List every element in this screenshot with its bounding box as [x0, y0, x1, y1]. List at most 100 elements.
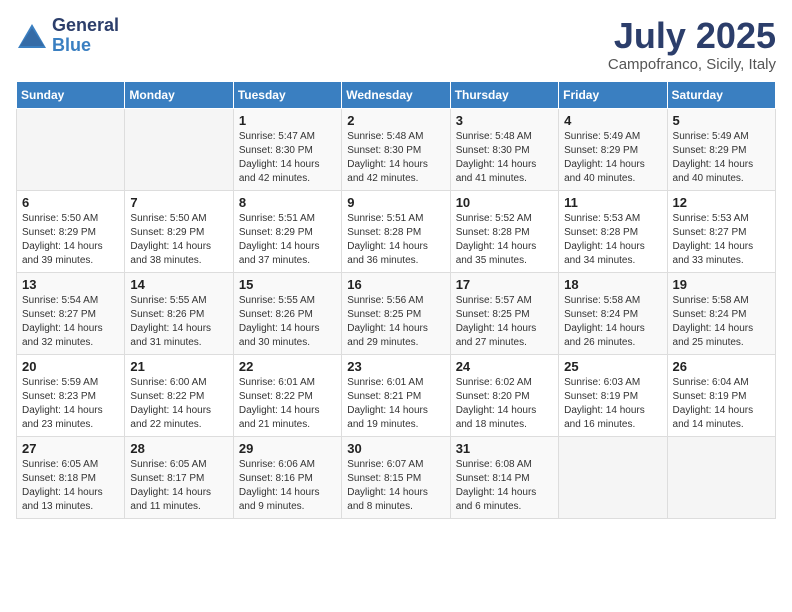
day-number: 24 — [456, 359, 553, 374]
day-info: Sunrise: 6:06 AM Sunset: 8:16 PM Dayligh… — [239, 458, 336, 514]
day-number: 5 — [673, 113, 770, 128]
day-info: Sunrise: 5:53 AM Sunset: 8:27 PM Dayligh… — [673, 212, 770, 268]
day-number: 18 — [564, 277, 661, 292]
day-info: Sunrise: 5:49 AM Sunset: 8:29 PM Dayligh… — [564, 130, 661, 186]
day-number: 2 — [347, 113, 444, 128]
day-number: 11 — [564, 195, 661, 210]
day-info: Sunrise: 5:49 AM Sunset: 8:29 PM Dayligh… — [673, 130, 770, 186]
calendar-week-row: 13Sunrise: 5:54 AM Sunset: 8:27 PM Dayli… — [17, 272, 776, 354]
day-number: 20 — [22, 359, 119, 374]
calendar-cell: 21 Sunrise: 6:00 AM Sunset: 8:22 PM Dayli… — [125, 354, 233, 436]
calendar-cell: 14 Sunrise: 5:55 AM Sunset: 8:26 PM Dayli… — [125, 272, 233, 354]
day-info: Sunrise: 6:08 AM Sunset: 8:14 PM Dayligh… — [456, 458, 553, 514]
day-number: 22 — [239, 359, 336, 374]
calendar-cell: 25 Sunrise: 6:03 AM Sunset: 8:19 PM Dayli… — [559, 354, 667, 436]
calendar-cell: 17 Sunrise: 5:57 AM Sunset: 8:25 PM Dayli… — [450, 272, 558, 354]
day-of-week-header: Saturday — [667, 81, 775, 108]
calendar-cell: 31 Sunrise: 6:08 AM Sunset: 8:14 PM Dayli… — [450, 436, 558, 518]
day-number: 28 — [130, 441, 227, 456]
day-number: 15 — [239, 277, 336, 292]
day-of-week-header: Sunday — [17, 81, 125, 108]
day-info: Sunrise: 6:01 AM Sunset: 8:22 PM Dayligh… — [239, 376, 336, 432]
calendar-body: 1 Sunrise: 5:47 AM Sunset: 8:30 PM Daylig… — [17, 108, 776, 518]
day-info: Sunrise: 6:01 AM Sunset: 8:21 PM Dayligh… — [347, 376, 444, 432]
day-number: 4 — [564, 113, 661, 128]
day-number: 23 — [347, 359, 444, 374]
day-info: Sunrise: 6:05 AM Sunset: 8:17 PM Dayligh… — [130, 458, 227, 514]
calendar-cell: 4 Sunrise: 5:49 AM Sunset: 8:29 PM Daylig… — [559, 108, 667, 190]
calendar-cell — [667, 436, 775, 518]
day-info: Sunrise: 5:55 AM Sunset: 8:26 PM Dayligh… — [239, 294, 336, 350]
day-number: 25 — [564, 359, 661, 374]
calendar-cell: 9Sunrise: 5:51 AM Sunset: 8:28 PM Daylig… — [342, 190, 450, 272]
calendar-cell: 23 Sunrise: 6:01 AM Sunset: 8:21 PM Dayli… — [342, 354, 450, 436]
logo: General Blue — [16, 16, 119, 56]
logo-blue-text: Blue — [52, 35, 91, 55]
day-info: Sunrise: 5:48 AM Sunset: 8:30 PM Dayligh… — [347, 130, 444, 186]
calendar-cell: 19 Sunrise: 5:58 AM Sunset: 8:24 PM Dayli… — [667, 272, 775, 354]
day-of-week-header: Tuesday — [233, 81, 341, 108]
calendar-cell: 27Sunrise: 6:05 AM Sunset: 8:18 PM Dayli… — [17, 436, 125, 518]
logo-general-text: General — [52, 15, 119, 35]
day-info: Sunrise: 5:57 AM Sunset: 8:25 PM Dayligh… — [456, 294, 553, 350]
day-info: Sunrise: 5:52 AM Sunset: 8:28 PM Dayligh… — [456, 212, 553, 268]
day-number: 16 — [347, 277, 444, 292]
calendar-cell: 18 Sunrise: 5:58 AM Sunset: 8:24 PM Dayli… — [559, 272, 667, 354]
day-info: Sunrise: 6:04 AM Sunset: 8:19 PM Dayligh… — [673, 376, 770, 432]
calendar-cell: 11Sunrise: 5:53 AM Sunset: 8:28 PM Dayli… — [559, 190, 667, 272]
day-info: Sunrise: 5:54 AM Sunset: 8:27 PM Dayligh… — [22, 294, 119, 350]
calendar-cell: 15 Sunrise: 5:55 AM Sunset: 8:26 PM Dayli… — [233, 272, 341, 354]
day-number: 14 — [130, 277, 227, 292]
day-number: 7 — [130, 195, 227, 210]
day-number: 27 — [22, 441, 119, 456]
day-info: Sunrise: 6:07 AM Sunset: 8:15 PM Dayligh… — [347, 458, 444, 514]
calendar-cell: 29 Sunrise: 6:06 AM Sunset: 8:16 PM Dayli… — [233, 436, 341, 518]
day-info: Sunrise: 6:00 AM Sunset: 8:22 PM Dayligh… — [130, 376, 227, 432]
calendar-week-row: 1 Sunrise: 5:47 AM Sunset: 8:30 PM Daylig… — [17, 108, 776, 190]
calendar-week-row: 27Sunrise: 6:05 AM Sunset: 8:18 PM Dayli… — [17, 436, 776, 518]
day-info: Sunrise: 6:03 AM Sunset: 8:19 PM Dayligh… — [564, 376, 661, 432]
calendar-cell: 13Sunrise: 5:54 AM Sunset: 8:27 PM Dayli… — [17, 272, 125, 354]
day-number: 21 — [130, 359, 227, 374]
calendar-week-row: 6 Sunrise: 5:50 AM Sunset: 8:29 PM Daylig… — [17, 190, 776, 272]
calendar-cell: 6Sunrise: 5:50 AM Sunset: 8:29 PM Daylig… — [17, 190, 125, 272]
day-number: 12 — [673, 195, 770, 210]
calendar-header: SundayMondayTuesdayWednesdayThursdayFrid… — [17, 81, 776, 108]
day-number: 6 — [22, 195, 119, 210]
calendar-table: SundayMondayTuesdayWednesdayThursdayFrid… — [16, 81, 776, 519]
day-info: Sunrise: 5:59 AM Sunset: 8:23 PM Dayligh… — [22, 376, 119, 432]
day-number: 1 — [239, 113, 336, 128]
location-text: Campofranco, Sicily, Italy — [608, 56, 776, 73]
calendar-cell — [559, 436, 667, 518]
day-info: Sunrise: 5:50 AM Sunset: 8:29 PM Dayligh… — [130, 212, 227, 268]
calendar-cell — [17, 108, 125, 190]
header-row: SundayMondayTuesdayWednesdayThursdayFrid… — [17, 81, 776, 108]
calendar-cell: 26Sunrise: 6:04 AM Sunset: 8:19 PM Dayli… — [667, 354, 775, 436]
day-number: 8 — [239, 195, 336, 210]
day-info: Sunrise: 5:56 AM Sunset: 8:25 PM Dayligh… — [347, 294, 444, 350]
day-of-week-header: Wednesday — [342, 81, 450, 108]
calendar-cell: 12 Sunrise: 5:53 AM Sunset: 8:27 PM Dayli… — [667, 190, 775, 272]
day-number: 17 — [456, 277, 553, 292]
calendar-cell: 7 Sunrise: 5:50 AM Sunset: 8:29 PM Daylig… — [125, 190, 233, 272]
calendar-cell: 30 Sunrise: 6:07 AM Sunset: 8:15 PM Dayli… — [342, 436, 450, 518]
calendar-cell: 2 Sunrise: 5:48 AM Sunset: 8:30 PM Daylig… — [342, 108, 450, 190]
calendar-cell: 24 Sunrise: 6:02 AM Sunset: 8:20 PM Dayli… — [450, 354, 558, 436]
day-info: Sunrise: 5:51 AM Sunset: 8:29 PM Dayligh… — [239, 212, 336, 268]
day-of-week-header: Thursday — [450, 81, 558, 108]
calendar-cell: 22 Sunrise: 6:01 AM Sunset: 8:22 PM Dayli… — [233, 354, 341, 436]
day-info: Sunrise: 5:51 AM Sunset: 8:28 PM Dayligh… — [347, 212, 444, 268]
day-number: 30 — [347, 441, 444, 456]
day-number: 19 — [673, 277, 770, 292]
day-info: Sunrise: 5:58 AM Sunset: 8:24 PM Dayligh… — [673, 294, 770, 350]
day-number: 31 — [456, 441, 553, 456]
day-of-week-header: Friday — [559, 81, 667, 108]
day-number: 29 — [239, 441, 336, 456]
day-number: 10 — [456, 195, 553, 210]
day-info: Sunrise: 6:02 AM Sunset: 8:20 PM Dayligh… — [456, 376, 553, 432]
title-block: July 2025 Campofranco, Sicily, Italy — [608, 16, 776, 73]
day-info: Sunrise: 5:55 AM Sunset: 8:26 PM Dayligh… — [130, 294, 227, 350]
day-info: Sunrise: 5:47 AM Sunset: 8:30 PM Dayligh… — [239, 130, 336, 186]
day-info: Sunrise: 5:58 AM Sunset: 8:24 PM Dayligh… — [564, 294, 661, 350]
calendar-cell: 8 Sunrise: 5:51 AM Sunset: 8:29 PM Daylig… — [233, 190, 341, 272]
